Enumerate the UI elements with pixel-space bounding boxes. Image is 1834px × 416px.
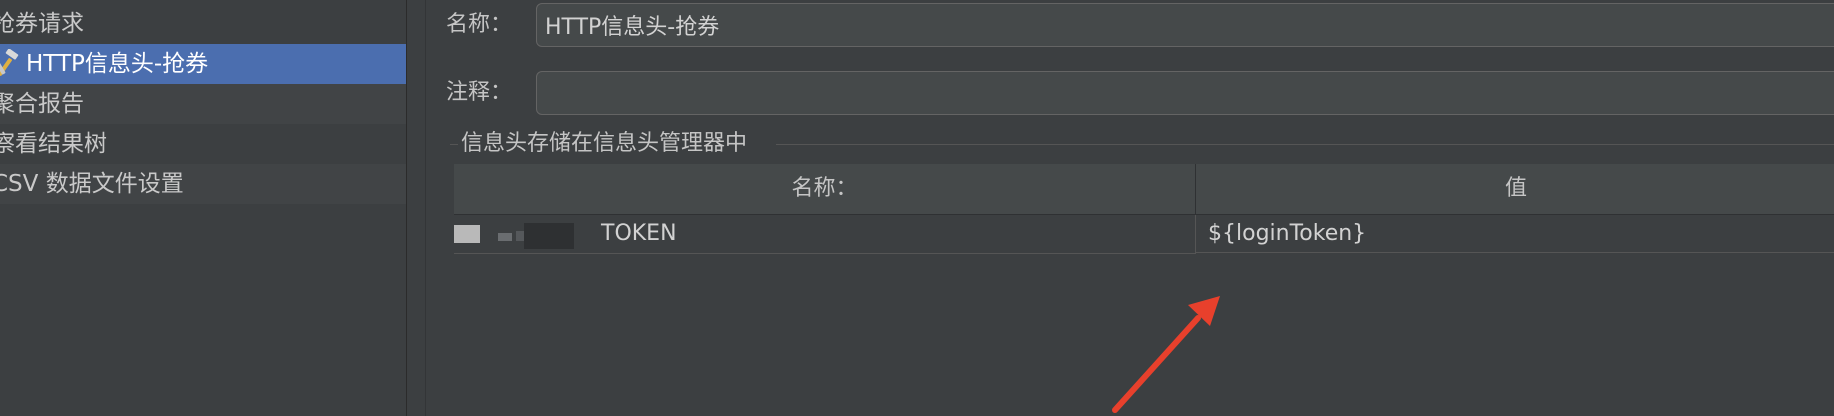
annotation-arrow-icon: [1112, 296, 1220, 413]
